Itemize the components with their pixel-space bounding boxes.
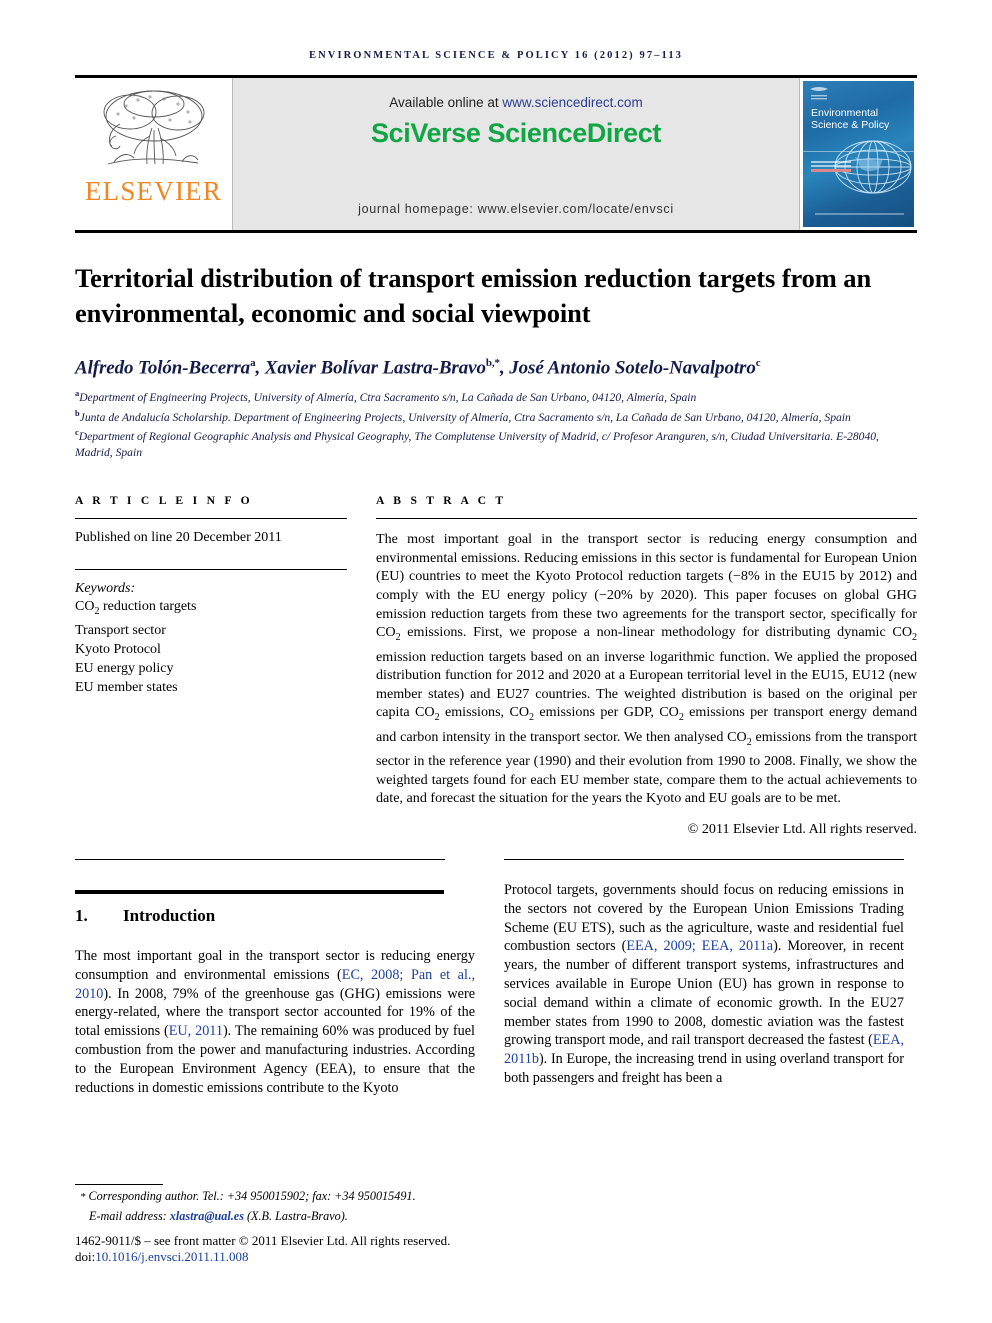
- body-column-left: 1. Introduction The most important goal i…: [75, 838, 475, 1097]
- affiliation-item: cDepartment of Regional Geographic Analy…: [75, 425, 917, 460]
- citation-link[interactable]: EU, 2011: [169, 1023, 223, 1039]
- sciencedirect-banner: Available online at www.sciencedirect.co…: [233, 78, 799, 230]
- body-column-right: Protocol targets, governments should foc…: [504, 838, 904, 1097]
- doi-link[interactable]: 10.1016/j.envsci.2011.11.008: [95, 1249, 248, 1264]
- citation-link[interactable]: EEA, 2011b: [504, 1032, 904, 1067]
- corresponding-author-text: Corresponding author. Tel.: +34 95001590…: [88, 1189, 416, 1203]
- author-name: José Antonio Sotelo-Navalpotro: [509, 357, 756, 379]
- journal-cover-thumbnail: Environmental Science & Policy: [799, 78, 917, 230]
- keyword-item: CO2 reduction targets: [75, 599, 197, 618]
- keyword-item: Kyoto Protocol: [75, 642, 161, 658]
- citation-link[interactable]: EC, 2008; Pan et al., 2010: [75, 967, 475, 1002]
- keyword-item: EU member states: [75, 680, 178, 696]
- email-note: E-mail address: xlastra@ual.es (X.B. Las…: [75, 1205, 475, 1224]
- abstract-text: The most important goal in the transport…: [376, 531, 918, 807]
- email-owner: (X.B. Lastra-Bravo).: [243, 1209, 348, 1224]
- affiliation-list: aDepartment of Engineering Projects, Uni…: [75, 386, 917, 460]
- elsevier-mark-icon: [810, 87, 828, 100]
- available-online-label: Available online at: [389, 95, 503, 110]
- sciencedirect-url-link[interactable]: www.sciencedirect.com: [502, 95, 642, 110]
- author-name: Alfredo Tolón-Becerra: [75, 357, 251, 379]
- doi-line: doi:10.1016/j.envsci.2011.11.008: [75, 1249, 475, 1265]
- footnote-block: * Corresponding author. Tel.: +34 950015…: [75, 1184, 475, 1265]
- article-body: 1. Introduction The most important goal i…: [75, 838, 917, 1097]
- affiliation-text: Department of Regional Geographic Analys…: [75, 430, 879, 459]
- section-number: 1.: [75, 906, 88, 926]
- email-label: E-mail address:: [89, 1209, 170, 1224]
- affiliation-item: bJunta de Andalucía Scholarship. Departm…: [75, 406, 917, 425]
- citation-link[interactable]: EEA, 2009; EEA, 2011a: [626, 938, 773, 954]
- affiliation-text: Junta de Andalucía Scholarship. Departme…: [79, 410, 851, 424]
- keywords-label: Keywords:: [75, 581, 136, 597]
- email-link[interactable]: xlastra@ual.es: [170, 1209, 244, 1223]
- corresponding-author-note: * Corresponding author. Tel.: +34 950015…: [75, 1185, 475, 1205]
- elsevier-wordmark: ELSEVIER: [84, 176, 223, 206]
- article-info-heading: A R T I C L E I N F O: [75, 494, 253, 508]
- doi-label: doi:: [75, 1248, 96, 1264]
- journal-masthead: ELSEVIER Available online at www.science…: [75, 75, 917, 233]
- available-online-line: Available online at www.sciencedirect.co…: [389, 95, 642, 110]
- affiliation-item: aDepartment of Engineering Projects, Uni…: [75, 386, 917, 405]
- author-affil-mark: a: [250, 357, 256, 369]
- section-title: Introduction: [123, 906, 216, 926]
- section-heading-introduction: 1. Introduction: [75, 906, 475, 926]
- author-affil-mark: c: [755, 357, 761, 369]
- article-title: Territorial distribution of transport em…: [75, 263, 872, 328]
- info-abstract-row: A R T I C L E I N F O Published on line …: [75, 494, 917, 838]
- author-affil-mark: b,*: [485, 357, 500, 369]
- article-history: Published on line 20 December 2011: [75, 530, 282, 546]
- abstract-block: A B S T R A C T The most important goal …: [376, 494, 917, 838]
- paragraph: The most important goal in the transport…: [75, 948, 475, 1096]
- affiliation-text: Department of Engineering Projects, Univ…: [79, 391, 697, 405]
- abstract-heading: A B S T R A C T: [376, 494, 507, 508]
- issn-line: 1462-9011/$ – see front matter © 2011 El…: [75, 1232, 451, 1248]
- sciverse-sciencedirect-logo: SciVerse ScienceDirect: [371, 118, 661, 148]
- keyword-item: EU energy policy: [75, 661, 174, 677]
- journal-homepage-line: journal homepage: www.elsevier.com/locat…: [358, 202, 674, 216]
- elsevier-tree-icon: [103, 90, 204, 165]
- author-name: Xavier Bolívar Lastra-Bravo: [264, 357, 486, 379]
- abstract-copyright: © 2011 Elsevier Ltd. All rights reserved…: [687, 821, 917, 838]
- journal-article-page: Environmental Science & Policy 16 (2012)…: [0, 0, 992, 1323]
- keyword-item: Transport sector: [75, 623, 166, 639]
- cover-journal-title: Environmental Science & Policy: [811, 107, 890, 131]
- elsevier-logo: ELSEVIER: [75, 78, 233, 230]
- article-info-block: A R T I C L E I N F O Published on line …: [75, 494, 347, 838]
- running-head: Environmental Science & Policy 16 (2012)…: [308, 50, 684, 61]
- author-list: Alfredo Tolón-Becerraa, Xavier Bolívar L…: [75, 357, 761, 379]
- cover-editor-block: [811, 161, 851, 172]
- asterisk-icon: *: [80, 1191, 86, 1203]
- paragraph: Protocol targets, governments should foc…: [504, 882, 904, 1086]
